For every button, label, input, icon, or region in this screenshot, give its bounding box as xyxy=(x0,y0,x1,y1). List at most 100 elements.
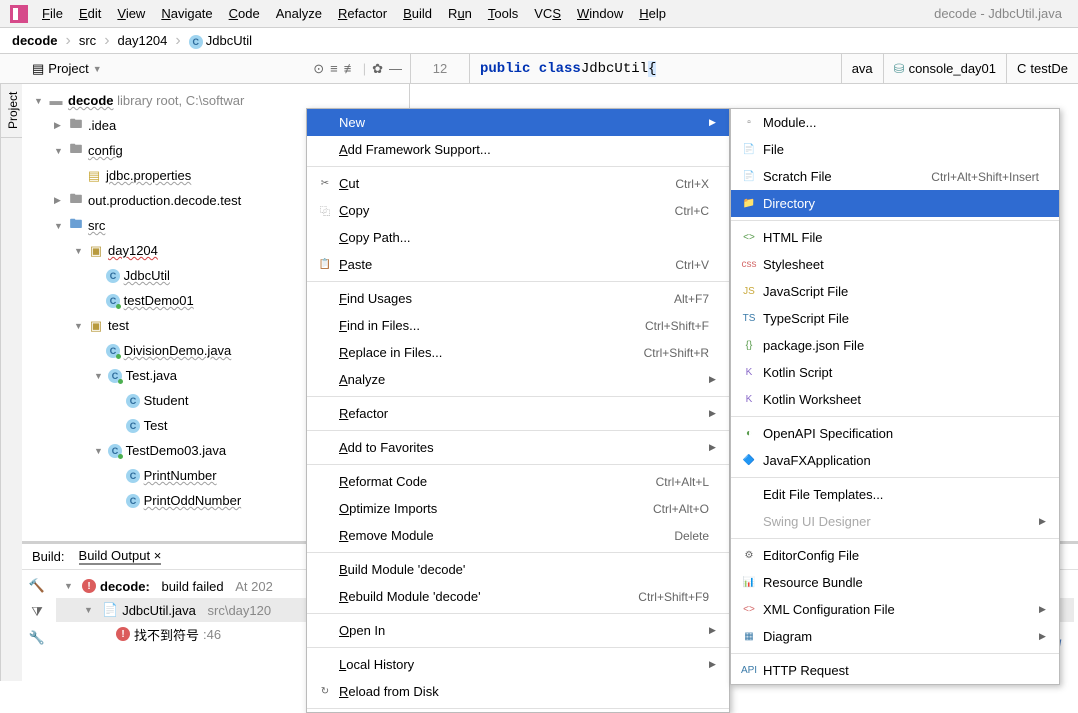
menu-label: File xyxy=(759,142,1039,157)
menu-vcs[interactable]: VCS xyxy=(526,4,569,23)
crumb-pkg[interactable]: day1204 xyxy=(114,31,172,50)
class-icon: C xyxy=(1017,61,1026,76)
ctx-copy[interactable]: ⿻CopyCtrl+C xyxy=(307,197,729,224)
ctx-new[interactable]: New▶ xyxy=(307,109,729,136)
menu-label: Directory xyxy=(759,196,1039,211)
new-package-json-file[interactable]: {}package.json File xyxy=(731,332,1059,359)
menu-icon: 📄 xyxy=(739,171,759,182)
new-directory[interactable]: 📁Directory xyxy=(731,190,1059,217)
menu-label: Analyze xyxy=(335,372,709,387)
menu-shortcut: Ctrl+Shift+F9 xyxy=(618,590,709,604)
menu-navigate[interactable]: Navigate xyxy=(153,4,220,23)
ctx-rebuild-module-decode-[interactable]: Rebuild Module 'decode'Ctrl+Shift+F9 xyxy=(307,583,729,610)
ctx-find-usages[interactable]: Find UsagesAlt+F7 xyxy=(307,285,729,312)
menu-refactor[interactable]: Refactor xyxy=(330,4,395,23)
ctx-refactor[interactable]: Refactor▶ xyxy=(307,400,729,427)
ctx-open-in[interactable]: Open In▶ xyxy=(307,617,729,644)
hide-icon[interactable]: — xyxy=(389,61,402,77)
menu-window[interactable]: Window xyxy=(569,4,631,23)
new-xml-configuration-file[interactable]: <>XML Configuration File▶ xyxy=(731,596,1059,623)
error-icon: ! xyxy=(116,627,130,641)
new-typescript-file[interactable]: TSTypeScript File xyxy=(731,305,1059,332)
ctx-build-module-decode-[interactable]: Build Module 'decode' xyxy=(307,556,729,583)
submenu-arrow-icon: ▶ xyxy=(709,625,719,636)
ctx-find-in-files-[interactable]: Find in Files...Ctrl+Shift+F xyxy=(307,312,729,339)
menu-label: Reformat Code xyxy=(335,474,636,489)
ctx-replace-in-files-[interactable]: Replace in Files...Ctrl+Shift+R xyxy=(307,339,729,366)
properties-icon: ▤ xyxy=(86,168,102,184)
hammer-icon[interactable]: 🔨 xyxy=(29,578,45,594)
tab-testde[interactable]: CtestDe xyxy=(1006,54,1078,83)
menu-label: Diagram xyxy=(759,629,1039,644)
menu-icon: K xyxy=(739,394,759,405)
separator xyxy=(307,708,729,709)
new-swing-ui-designer[interactable]: Swing UI Designer▶ xyxy=(731,508,1059,535)
new-stylesheet[interactable]: cssStylesheet xyxy=(731,251,1059,278)
settings-icon[interactable]: ✿ xyxy=(372,61,383,77)
menu-analyze[interactable]: Analyze xyxy=(268,4,330,23)
new-edit-file-templates-[interactable]: Edit File Templates... xyxy=(731,481,1059,508)
menu-icon: {} xyxy=(739,340,759,351)
menu-run[interactable]: Run xyxy=(440,4,480,23)
ctx-cut[interactable]: ✂CutCtrl+X xyxy=(307,170,729,197)
ctx-reformat-code[interactable]: Reformat CodeCtrl+Alt+L xyxy=(307,468,729,495)
menu-file[interactable]: File xyxy=(34,4,71,23)
menu-shortcut: Ctrl+Shift+F xyxy=(625,319,709,333)
ctx-add-to-favorites[interactable]: Add to Favorites▶ xyxy=(307,434,729,461)
ctx-add-framework-support-[interactable]: Add Framework Support... xyxy=(307,136,729,163)
new-file[interactable]: 📄File xyxy=(731,136,1059,163)
ctx-reload-from-disk[interactable]: ↻Reload from Disk xyxy=(307,678,729,705)
chevron-right-icon: › xyxy=(175,32,180,50)
ctx-local-history[interactable]: Local History▶ xyxy=(307,651,729,678)
filter-icon[interactable]: ⧩ xyxy=(31,604,43,620)
new-kotlin-worksheet[interactable]: KKotlin Worksheet xyxy=(731,386,1059,413)
error-icon: ! xyxy=(82,579,96,593)
menu-label: JavaScript File xyxy=(759,284,1039,299)
tab-console[interactable]: ⛁console_day01 xyxy=(883,54,1006,83)
sidestrip-project[interactable]: Project xyxy=(1,84,22,138)
menu-icon: 📁 xyxy=(739,198,759,209)
ctx-paste[interactable]: 📋PasteCtrl+V xyxy=(307,251,729,278)
new-javascript-file[interactable]: JSJavaScript File xyxy=(731,278,1059,305)
menu-build[interactable]: Build xyxy=(395,4,440,23)
new-javafxapplication[interactable]: 🔷JavaFXApplication xyxy=(731,447,1059,474)
menu-label: HTML File xyxy=(759,230,1039,245)
menu-label: Scratch File xyxy=(759,169,911,184)
menu-help[interactable]: Help xyxy=(631,4,674,23)
java-file-icon: 📄 xyxy=(102,602,118,618)
crumb-root[interactable]: decode xyxy=(8,31,62,50)
new-editorconfig-file[interactable]: ⚙EditorConfig File xyxy=(731,542,1059,569)
new-html-file[interactable]: <>HTML File xyxy=(731,224,1059,251)
menu-label: Add Framework Support... xyxy=(335,142,709,157)
ctx-optimize-imports[interactable]: Optimize ImportsCtrl+Alt+O xyxy=(307,495,729,522)
class-run-icon: C xyxy=(108,369,122,383)
select-opened-icon[interactable]: ⊙ xyxy=(313,61,324,77)
ctx-analyze[interactable]: Analyze▶ xyxy=(307,366,729,393)
module-icon: ▬ xyxy=(48,93,64,108)
menu-icon: ⚙ xyxy=(739,550,759,561)
new-resource-bundle[interactable]: 📊Resource Bundle xyxy=(731,569,1059,596)
new-module-[interactable]: ▫Module... xyxy=(731,109,1059,136)
menu-icon: API xyxy=(739,665,759,676)
collapse-all-icon[interactable]: ≢ xyxy=(344,61,357,77)
menu-tools[interactable]: Tools xyxy=(480,4,526,23)
menu-code[interactable]: Code xyxy=(221,4,268,23)
crumb-file[interactable]: CJdbcUtil xyxy=(185,31,256,51)
new-scratch-file[interactable]: 📄Scratch FileCtrl+Alt+Shift+Insert xyxy=(731,163,1059,190)
new-diagram[interactable]: ▦Diagram▶ xyxy=(731,623,1059,650)
expand-all-icon[interactable]: ≡ xyxy=(330,61,338,77)
tab-java[interactable]: ava xyxy=(841,54,883,83)
new-kotlin-script[interactable]: KKotlin Script xyxy=(731,359,1059,386)
menu-edit[interactable]: Edit xyxy=(71,4,109,23)
menu-icon: ↻ xyxy=(315,686,335,697)
menu-view[interactable]: View xyxy=(109,4,153,23)
submenu-arrow-icon: ▶ xyxy=(1039,516,1049,527)
new-openapi-specification[interactable]: ◐OpenAPI Specification xyxy=(731,420,1059,447)
crumb-src[interactable]: src xyxy=(75,31,100,50)
build-tab-output[interactable]: Build Output × xyxy=(79,548,162,565)
wrench-icon[interactable]: 🔧 xyxy=(29,630,45,646)
ctx-copy-path-[interactable]: Copy Path... xyxy=(307,224,729,251)
new-http-request[interactable]: APIHTTP Request xyxy=(731,657,1059,684)
project-selector[interactable]: ▤ Project ▼ xyxy=(26,59,108,79)
ctx-remove-module[interactable]: Remove ModuleDelete xyxy=(307,522,729,549)
